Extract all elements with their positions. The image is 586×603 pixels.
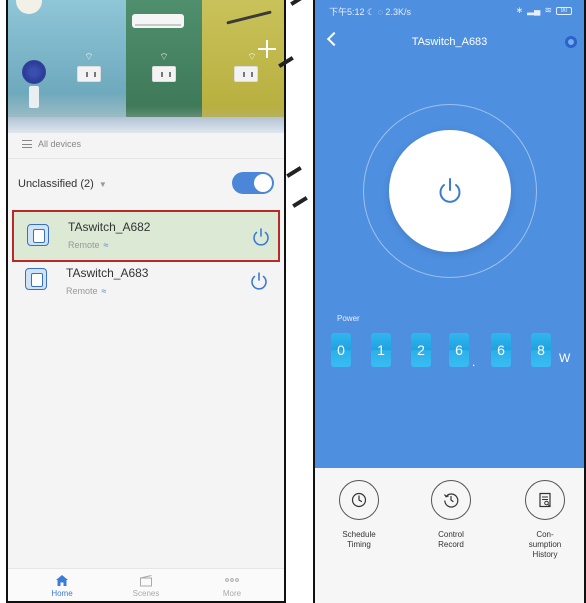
device-detail-screen: 下午5:12 ☾ ◌ 2.3K/s ∗ ▂▄ ≋ 90 TAswitch_A68… bbox=[313, 0, 586, 603]
battery-icon: 90 bbox=[556, 6, 572, 15]
bottom-tab-bar: Home Scenes More bbox=[8, 568, 284, 601]
switch-icon bbox=[27, 224, 49, 246]
page-title: TAswitch_A683 bbox=[411, 36, 488, 48]
wifi-icon: ⌔ bbox=[84, 52, 94, 63]
wifi-icon: ≈ bbox=[103, 240, 109, 250]
power-unit: W bbox=[559, 351, 571, 365]
ceiling-fan-illustration bbox=[226, 12, 272, 22]
consumption-history-button[interactable]: Con- sumption History bbox=[505, 480, 584, 560]
status-icons: ∗ ▂▄ ≋ 90 bbox=[516, 5, 572, 16]
action-label: Control Record bbox=[438, 530, 464, 549]
device-status-label: Remote bbox=[66, 286, 98, 296]
action-panel: Schedule Timing Control Record Con- sump… bbox=[315, 468, 584, 603]
wifi-icon: ≋ bbox=[544, 5, 552, 15]
socket-illustration bbox=[152, 66, 176, 82]
power-icon[interactable] bbox=[250, 226, 272, 248]
history-icon bbox=[431, 480, 471, 520]
wifi-icon: ≈ bbox=[101, 286, 107, 296]
watermark-stroke bbox=[292, 196, 308, 208]
tab-scenes[interactable]: Scenes bbox=[116, 573, 176, 598]
power-icon bbox=[439, 178, 461, 203]
watermark-stroke bbox=[286, 166, 302, 178]
device-status: Remote ≈ bbox=[68, 240, 108, 250]
more-icon bbox=[202, 573, 262, 587]
document-icon bbox=[525, 480, 565, 520]
action-label: Schedule Timing bbox=[342, 530, 376, 549]
tab-more-label: More bbox=[222, 589, 242, 598]
plus-icon[interactable] bbox=[258, 40, 276, 58]
schedule-timing-button[interactable]: Schedule Timing bbox=[319, 480, 399, 550]
power-label: Power bbox=[337, 314, 360, 323]
all-devices-link[interactable]: All devices bbox=[22, 139, 81, 149]
socket-illustration bbox=[234, 66, 258, 82]
device-name: TAswitch_A682 bbox=[68, 220, 151, 234]
toggle-knob bbox=[254, 174, 272, 192]
divider bbox=[8, 158, 284, 159]
power-digit: 8 bbox=[531, 333, 551, 367]
power-digit: 2 bbox=[411, 333, 431, 367]
all-devices-label: All devices bbox=[38, 139, 82, 149]
clock-icon bbox=[339, 480, 379, 520]
control-record-button[interactable]: Control Record bbox=[411, 480, 491, 550]
wifi-icon: ⌔ bbox=[247, 52, 257, 63]
power-icon[interactable] bbox=[248, 270, 270, 292]
list-icon bbox=[22, 140, 32, 148]
device-row-a683[interactable]: TAswitch_A683 Remote ≈ bbox=[12, 262, 280, 302]
chevron-down-icon: ▼ bbox=[98, 179, 107, 189]
socket-illustration bbox=[77, 66, 101, 82]
scenes-icon bbox=[116, 573, 176, 587]
banner-floor bbox=[8, 117, 284, 133]
group-toggle[interactable] bbox=[232, 172, 274, 194]
device-name: TAswitch_A683 bbox=[66, 266, 149, 280]
air-conditioner-illustration bbox=[132, 14, 184, 28]
power-toggle-button[interactable] bbox=[389, 130, 511, 252]
home-banner: ⌔ ⌔ ⌔ bbox=[8, 0, 284, 133]
device-status-label: Remote bbox=[68, 240, 100, 250]
gear-icon[interactable] bbox=[565, 36, 577, 48]
tab-more[interactable]: More bbox=[202, 573, 262, 598]
status-bar: 下午5:12 ☾ ◌ 2.3K/s ∗ ▂▄ ≋ 90 bbox=[315, 0, 584, 20]
plant-illustration bbox=[22, 60, 46, 108]
power-digit: 6 bbox=[449, 333, 469, 367]
switch-icon bbox=[25, 268, 47, 290]
device-row-a682[interactable]: TAswitch_A682 Remote ≈ bbox=[12, 210, 280, 262]
signal-icon: ▂▄ bbox=[527, 5, 541, 15]
decimal-point: . bbox=[472, 355, 476, 369]
tab-home[interactable]: Home bbox=[32, 573, 92, 598]
power-digit: 6 bbox=[491, 333, 511, 367]
group-selector[interactable]: Unclassified (2) ▼ bbox=[18, 178, 107, 190]
status-time: 下午5:12 ☾ ◌ 2.3K/s bbox=[329, 7, 411, 17]
device-status: Remote ≈ bbox=[66, 286, 106, 296]
home-icon bbox=[32, 573, 92, 587]
watermark-stroke bbox=[290, 0, 306, 6]
power-readout: 0 1 2 6 . 6 8 W bbox=[331, 333, 581, 369]
power-digit: 1 bbox=[371, 333, 391, 367]
tab-home-label: Home bbox=[51, 589, 73, 598]
home-screen: ⌔ ⌔ ⌔ All devices Unclassified (2) ▼ TAs… bbox=[6, 0, 286, 603]
group-label: Unclassified (2) bbox=[18, 178, 94, 190]
action-label: Con- sumption History bbox=[528, 530, 562, 559]
tab-scenes-label: Scenes bbox=[132, 589, 160, 598]
wifi-icon: ⌔ bbox=[159, 52, 169, 63]
bluetooth-icon: ∗ bbox=[515, 5, 524, 15]
power-digit: 0 bbox=[331, 333, 351, 367]
